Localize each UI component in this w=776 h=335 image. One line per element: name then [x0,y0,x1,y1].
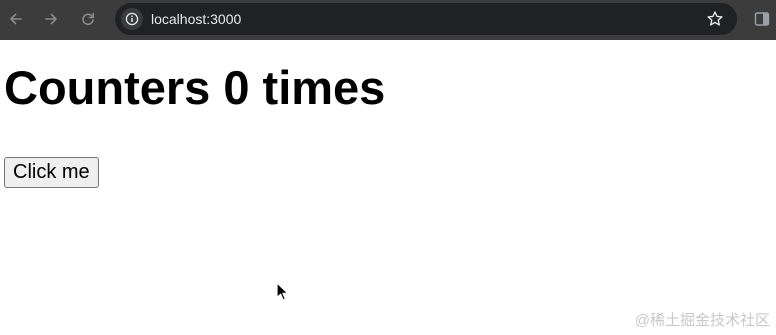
back-button[interactable] [5,8,27,30]
star-icon [707,11,723,26]
page-content: Counters 0 times Click me [0,43,776,335]
info-icon [125,12,139,26]
click-me-button[interactable]: Click me [4,157,99,188]
counter-heading: Counters 0 times [4,61,386,114]
address-bar[interactable]: localhost:3000 [115,3,737,35]
arrow-left-icon [10,13,22,25]
arrow-right-icon [45,13,57,25]
side-panel-icon [754,12,770,26]
reload-button[interactable] [77,8,99,30]
watermark-text: @稀土掘金技术社区 [634,312,770,329]
forward-button[interactable] [40,8,62,30]
browser-toolbar: localhost:3000 [0,0,776,40]
site-info-button[interactable] [121,8,143,30]
side-panel-button[interactable] [752,9,772,29]
bookmark-button[interactable] [705,9,725,29]
mouse-cursor-icon [276,282,289,301]
reload-icon [82,12,94,26]
url-text[interactable]: localhost:3000 [151,10,241,28]
